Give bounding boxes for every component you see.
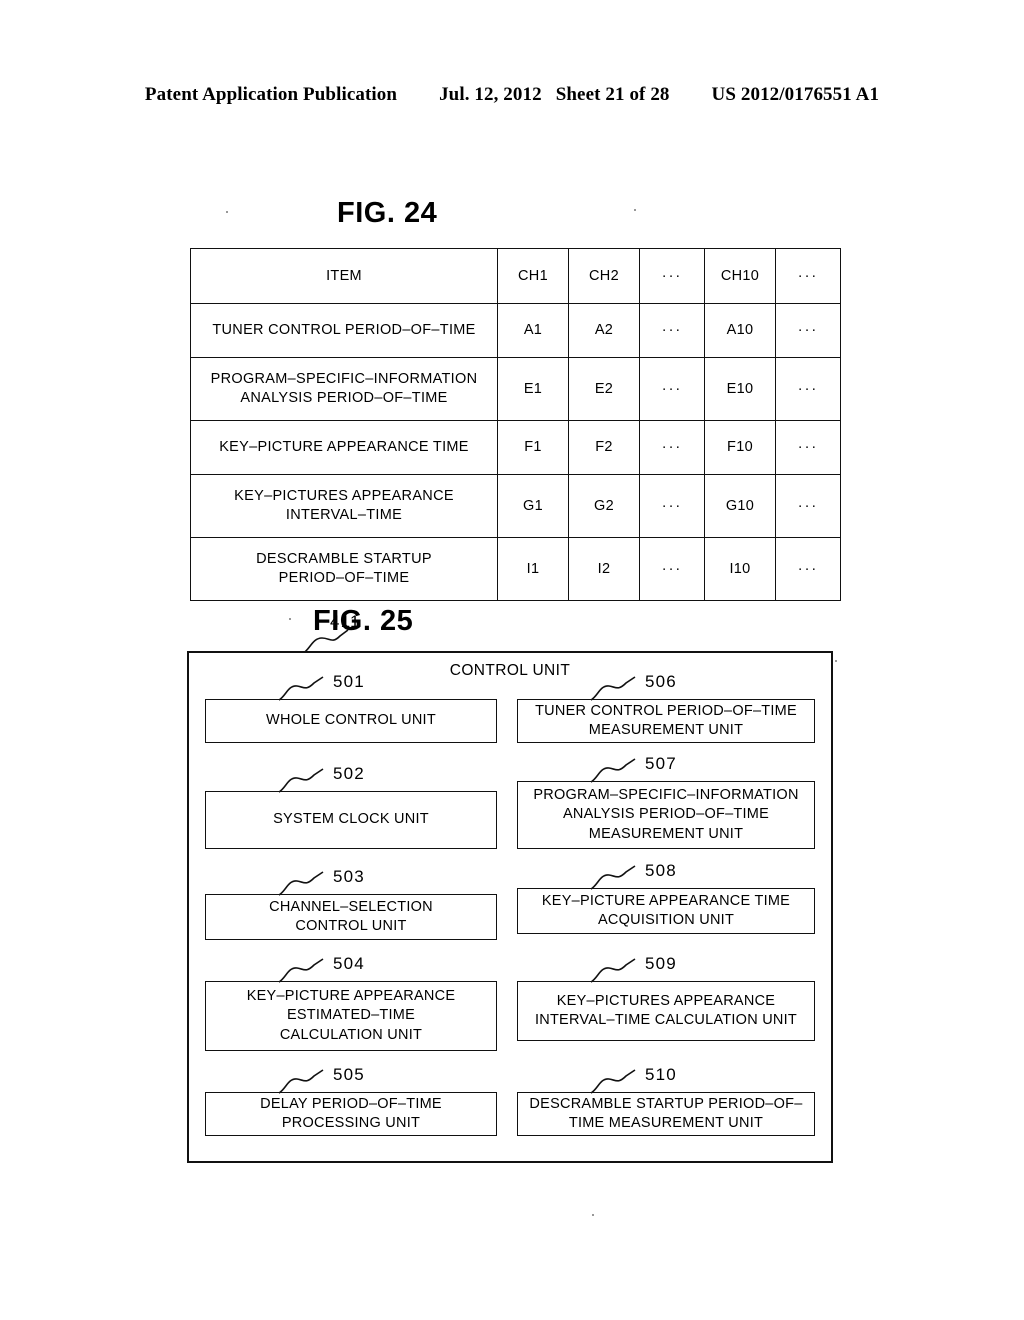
column-header-3: ··· [639, 248, 705, 304]
unit-box-label: CHANNEL–SELECTION CONTROL UNIT [269, 898, 433, 934]
column-header-1: CH1 [497, 248, 569, 304]
column-header-5: ··· [775, 248, 841, 304]
table-cell: ··· [639, 474, 705, 538]
table-cell: A2 [568, 303, 640, 358]
scan-speck [226, 211, 228, 213]
column-header-item: ITEM [190, 248, 498, 304]
scan-speck [835, 660, 837, 662]
table-cell: F10 [704, 420, 776, 475]
row-item-label: DESCRAMBLE STARTUP PERIOD–OF–TIME [190, 537, 498, 601]
page-header: Patent Application Publication Jul. 12, … [0, 84, 1024, 106]
table-cell: ··· [775, 357, 841, 421]
table-cell: I10 [704, 537, 776, 601]
reference-numeral-509: 509 [645, 954, 677, 973]
fig24-table: ITEM CH1 CH2 ··· CH10 ··· TUNER CONTROL PERIOD… [190, 248, 841, 601]
unit-box-504: KEY–PICTURE APPEARANCE ESTIMATED–TIME CALC… [205, 981, 497, 1051]
unit-box-509: KEY–PICTURES APPEARANCE INTERVAL–TIME CAL… [517, 981, 815, 1041]
fig24-title: FIG. 24 [337, 197, 438, 229]
fig25-diagram: CONTROL UNIT WHOLE CONTROL UNIT 501 SYSTEM… [187, 651, 833, 1163]
column-header-4: CH10 [704, 248, 776, 304]
reference-numeral-502: 502 [333, 764, 365, 783]
fig24-table-container: ITEM CH1 CH2 ··· CH10 ··· TUNER CONTROL PERIOD… [190, 248, 841, 601]
table-row: KEY–PICTURE APPEARANCE TIME F1 F2 ··· F10 ··· [190, 420, 841, 475]
sheet-number: Sheet 21 of 28 [555, 84, 670, 105]
table-header-row: ITEM CH1 CH2 ··· CH10 ··· [190, 248, 841, 304]
reference-numeral-507: 507 [645, 754, 677, 773]
table-cell: A10 [704, 303, 776, 358]
unit-box-label: PROGRAM–SPECIFIC–INFORMATION ANALYSIS PER… [533, 787, 799, 842]
table-row: PROGRAM–SPECIFIC–INFORMATION ANALYSIS PER… [190, 357, 841, 421]
unit-box-label: DESCRAMBLE STARTUP PERIOD–OF– TIME MEASUR… [529, 1095, 803, 1131]
scan-speck [592, 1214, 594, 1216]
table-cell: E10 [704, 357, 776, 421]
unit-box-label: KEY–PICTURE APPEARANCE ESTIMATED–TIME CALC… [246, 988, 456, 1043]
unit-box-503: CHANNEL–SELECTION CONTROL UNIT [205, 894, 497, 940]
row-item-label: KEY–PICTURES APPEARANCE INTERVAL–TIME [190, 474, 498, 538]
table-cell: I1 [497, 537, 569, 601]
unit-box-506: TUNER CONTROL PERIOD–OF–TIME MEASUREMENT … [517, 699, 815, 743]
table-cell: ··· [775, 303, 841, 358]
unit-box-label: WHOLE CONTROL UNIT [266, 712, 436, 729]
unit-box-507: PROGRAM–SPECIFIC–INFORMATION ANALYSIS PER… [517, 781, 815, 849]
table-row: KEY–PICTURES APPEARANCE INTERVAL–TIME G1 G2… [190, 474, 841, 538]
table-cell: G1 [497, 474, 569, 538]
table-cell: ··· [639, 303, 705, 358]
patent-number: US 2012/0176551 A1 [711, 84, 880, 105]
unit-box-502: SYSTEM CLOCK UNIT [205, 791, 497, 849]
table-row: DESCRAMBLE STARTUP PERIOD–OF–TIME I1 I2 ··· I… [190, 537, 841, 601]
reference-numeral-506: 506 [645, 672, 677, 691]
table-cell: E1 [497, 357, 569, 421]
column-header-2: CH2 [568, 248, 640, 304]
unit-box-508: KEY–PICTURE APPEARANCE TIME ACQUISITION U… [517, 888, 815, 934]
table-cell: ··· [775, 420, 841, 475]
row-item-label: KEY–PICTURE APPEARANCE TIME [190, 420, 498, 475]
unit-box-label: SYSTEM CLOCK UNIT [273, 811, 429, 828]
table-cell: ··· [775, 474, 841, 538]
table-cell: E2 [568, 357, 640, 421]
table-cell: G10 [704, 474, 776, 538]
table-cell: ··· [639, 420, 705, 475]
unit-box-label: KEY–PICTURE APPEARANCE TIME ACQUISITION U… [541, 892, 791, 928]
unit-box-501: WHOLE CONTROL UNIT [205, 699, 497, 743]
unit-box-label: TUNER CONTROL PERIOD–OF–TIME MEASUREMENT … [535, 702, 797, 738]
table-cell: G2 [568, 474, 640, 538]
unit-box-510: DESCRAMBLE STARTUP PERIOD–OF– TIME MEASUR… [517, 1092, 815, 1136]
publication-date: Jul. 12, 2012 [439, 84, 542, 105]
table-cell: ··· [639, 537, 705, 601]
control-unit-label: CONTROL UNIT [449, 662, 571, 679]
table-cell: F1 [497, 420, 569, 475]
table-cell: I2 [568, 537, 640, 601]
row-item-label: TUNER CONTROL PERIOD–OF–TIME [190, 303, 498, 358]
reference-numeral-503: 503 [333, 867, 365, 886]
unit-box-505: DELAY PERIOD–OF–TIME PROCESSING UNIT [205, 1092, 497, 1136]
reference-numeral-510: 510 [645, 1065, 677, 1084]
fig25-title: FIG. 25 [313, 605, 414, 637]
scan-speck [634, 209, 636, 211]
reference-numeral-504: 504 [333, 954, 365, 973]
row-item-label: PROGRAM–SPECIFIC–INFORMATION ANALYSIS PER… [190, 357, 498, 421]
scan-speck [289, 618, 291, 620]
reference-numeral-505: 505 [333, 1065, 365, 1084]
unit-box-label: DELAY PERIOD–OF–TIME PROCESSING UNIT [260, 1095, 442, 1131]
table-row: TUNER CONTROL PERIOD–OF–TIME A1 A2 ··· A10 ··… [190, 303, 841, 358]
unit-box-label: KEY–PICTURES APPEARANCE INTERVAL–TIME CAL… [534, 992, 798, 1028]
reference-numeral-411: 411 [330, 612, 361, 631]
publication-label: Patent Application Publication [144, 84, 398, 105]
table-cell: ··· [775, 537, 841, 601]
table-cell: F2 [568, 420, 640, 475]
table-cell: A1 [497, 303, 569, 358]
reference-numeral-501: 501 [333, 672, 365, 691]
reference-numeral-508: 508 [645, 861, 677, 880]
table-cell: ··· [639, 357, 705, 421]
